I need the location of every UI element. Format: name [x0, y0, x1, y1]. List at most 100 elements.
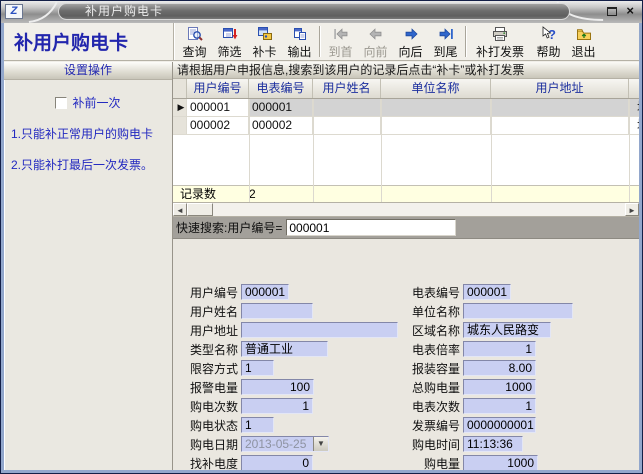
- grid-indicator-header: [173, 79, 187, 98]
- user-address-label: 用户地址: [178, 322, 241, 339]
- exit-button[interactable]: 退出: [566, 23, 601, 60]
- output-button[interactable]: 输出: [282, 23, 317, 60]
- purchase-date-value: 2013-05-25: [242, 437, 313, 451]
- query-button-label: 查询: [182, 43, 206, 60]
- filter-button[interactable]: 筛选: [212, 23, 247, 60]
- total-purchased-field[interactable]: 1000: [463, 379, 536, 395]
- meter-no-row: 电表编号000001: [400, 283, 573, 301]
- cell-0-2: [313, 99, 381, 116]
- purchase-time-row: 购电时间11:13:36: [400, 435, 573, 453]
- export-icon: [292, 26, 308, 42]
- reprint-invoice-button[interactable]: 补打发票: [469, 23, 531, 60]
- reissue-card-button[interactable]: 补卡: [247, 23, 282, 60]
- maximize-button[interactable]: [607, 7, 617, 16]
- purchase-date-row: 购电日期2013-05-25▼: [178, 435, 398, 453]
- sidebar-settings-panel: 设置操作 补前一次 1.只能补正常用户的购电卡 2.只能补打最后一次发票。: [4, 62, 173, 470]
- limit-mode-field[interactable]: 1: [241, 360, 274, 376]
- user-no-row: 用户编号000001: [178, 283, 398, 301]
- cell-0-4: [491, 99, 629, 116]
- meter-ratio-label: 电表倍率: [400, 341, 463, 358]
- unit-name-field[interactable]: [463, 303, 573, 319]
- purchase-qty-field[interactable]: 1000: [463, 455, 538, 470]
- purchase-time-field[interactable]: 11:13:36: [463, 436, 523, 452]
- type-name-label: 类型名称: [178, 341, 241, 358]
- meter-ratio-row: 电表倍率1: [400, 340, 573, 358]
- type-name-field[interactable]: 普通工业: [241, 341, 328, 357]
- purchase-count-field[interactable]: 1: [241, 398, 313, 414]
- table-row[interactable]: 000002000002城: [173, 117, 639, 135]
- grid-horizontal-scrollbar[interactable]: ◄ ►: [173, 203, 639, 217]
- record-count-value: 2: [249, 186, 256, 202]
- user-name-field[interactable]: [241, 303, 313, 319]
- user-no-label: 用户编号: [178, 284, 241, 301]
- install-capacity-field[interactable]: 8.00: [463, 360, 536, 376]
- next-icon: [403, 26, 419, 42]
- card-icon: [257, 26, 273, 42]
- app-body: 补用户购电卡 查询筛选补卡输出到首向前向后到尾补打发票?帮助退出 设置操作 补前…: [4, 23, 639, 470]
- reissue-card-button-label: 补卡: [252, 43, 276, 60]
- purchase-state-field[interactable]: 1: [241, 417, 274, 433]
- quick-search-input[interactable]: [286, 219, 456, 236]
- exit-icon: [576, 26, 592, 42]
- page-title: 补用户购电卡: [4, 23, 174, 60]
- go-next-button[interactable]: 向后: [393, 23, 428, 60]
- purchase-qty-label: 购电量: [400, 455, 463, 471]
- alarm-qty-row: 报警电量100: [178, 378, 398, 396]
- prev-icon: [368, 26, 384, 42]
- column-header-1: 电表编号: [249, 79, 313, 98]
- sidebar-header: 设置操作: [4, 62, 172, 80]
- meter-count-field[interactable]: 1: [463, 398, 536, 414]
- go-first-button-label: 到首: [328, 43, 352, 60]
- install-capacity-label: 报装容量: [400, 360, 463, 377]
- records-grid: 用户编号电表编号用户姓名单位名称用户地址 ▶000001000001城00000…: [173, 79, 639, 203]
- sidebar-note-2: 2.只能补打最后一次发票。: [4, 158, 172, 173]
- limit-mode-row: 限容方式1: [178, 359, 398, 377]
- main-panel: 请根据用户申报信息,搜索到该用户的记录后点击“补卡”或补打发票 用户编号电表编号…: [173, 62, 639, 470]
- adjust-qty-field[interactable]: 0: [241, 455, 313, 470]
- go-prev-button-label: 向前: [363, 43, 387, 60]
- cell-1-0: 000002: [187, 117, 249, 134]
- alarm-qty-label: 报警电量: [178, 379, 241, 396]
- scroll-right-icon[interactable]: ►: [625, 203, 639, 216]
- cell-0-edge: 城: [629, 99, 639, 116]
- user-address-field[interactable]: [241, 322, 398, 338]
- meter-no-label: 电表编号: [400, 284, 463, 301]
- query-button[interactable]: 查询: [177, 23, 212, 60]
- checkbox-icon[interactable]: [55, 97, 67, 109]
- user-name-row: 用户姓名: [178, 302, 398, 320]
- meter-ratio-field[interactable]: 1: [463, 341, 536, 357]
- reissue-previous-checkbox-row[interactable]: 补前一次: [4, 94, 172, 111]
- purchase-state-row: 购电状态1: [178, 416, 398, 434]
- help-button[interactable]: ?帮助: [531, 23, 566, 60]
- svg-text:?: ?: [548, 27, 556, 42]
- column-header-4: 用户地址: [491, 79, 629, 98]
- filter-icon: [222, 26, 238, 42]
- purchase-time-label: 购电时间: [400, 436, 463, 453]
- meter-no-field[interactable]: 000001: [463, 284, 511, 300]
- detail-form: 用户编号000001用户姓名用户地址类型名称普通工业限容方式1报警电量100购电…: [173, 278, 639, 470]
- go-last-button[interactable]: 到尾: [428, 23, 463, 60]
- area-name-field[interactable]: 城东人民路变: [463, 322, 551, 338]
- limit-mode-label: 限容方式: [178, 360, 241, 377]
- cell-1-4: [491, 117, 629, 134]
- scroll-left-icon[interactable]: ◄: [173, 203, 187, 216]
- purchase-date-label: 购电日期: [178, 436, 241, 453]
- row-pointer-icon: [173, 117, 187, 134]
- invoice-no-field[interactable]: 0000000001: [463, 417, 536, 433]
- quick-search-bar: 快速搜索:用户编号=: [173, 217, 639, 239]
- total-purchased-label: 总购电量: [400, 379, 463, 396]
- exit-button-label: 退出: [571, 43, 595, 60]
- close-button[interactable]: ×: [626, 5, 634, 17]
- alarm-qty-field[interactable]: 100: [241, 379, 314, 395]
- filter-button-label: 筛选: [217, 43, 241, 60]
- go-next-button-label: 向后: [398, 43, 422, 60]
- column-header-5: [629, 79, 639, 98]
- grid-header-row: 用户编号电表编号用户姓名单位名称用户地址: [173, 79, 639, 99]
- user-no-field[interactable]: 000001: [241, 284, 289, 300]
- cell-1-edge: 城: [629, 117, 639, 134]
- scrollbar-thumb[interactable]: [187, 203, 213, 216]
- last-icon: [438, 26, 454, 42]
- table-row[interactable]: ▶000001000001城: [173, 99, 639, 117]
- area-name-label: 区域名称: [400, 322, 463, 339]
- unit-name-label: 单位名称: [400, 303, 463, 320]
